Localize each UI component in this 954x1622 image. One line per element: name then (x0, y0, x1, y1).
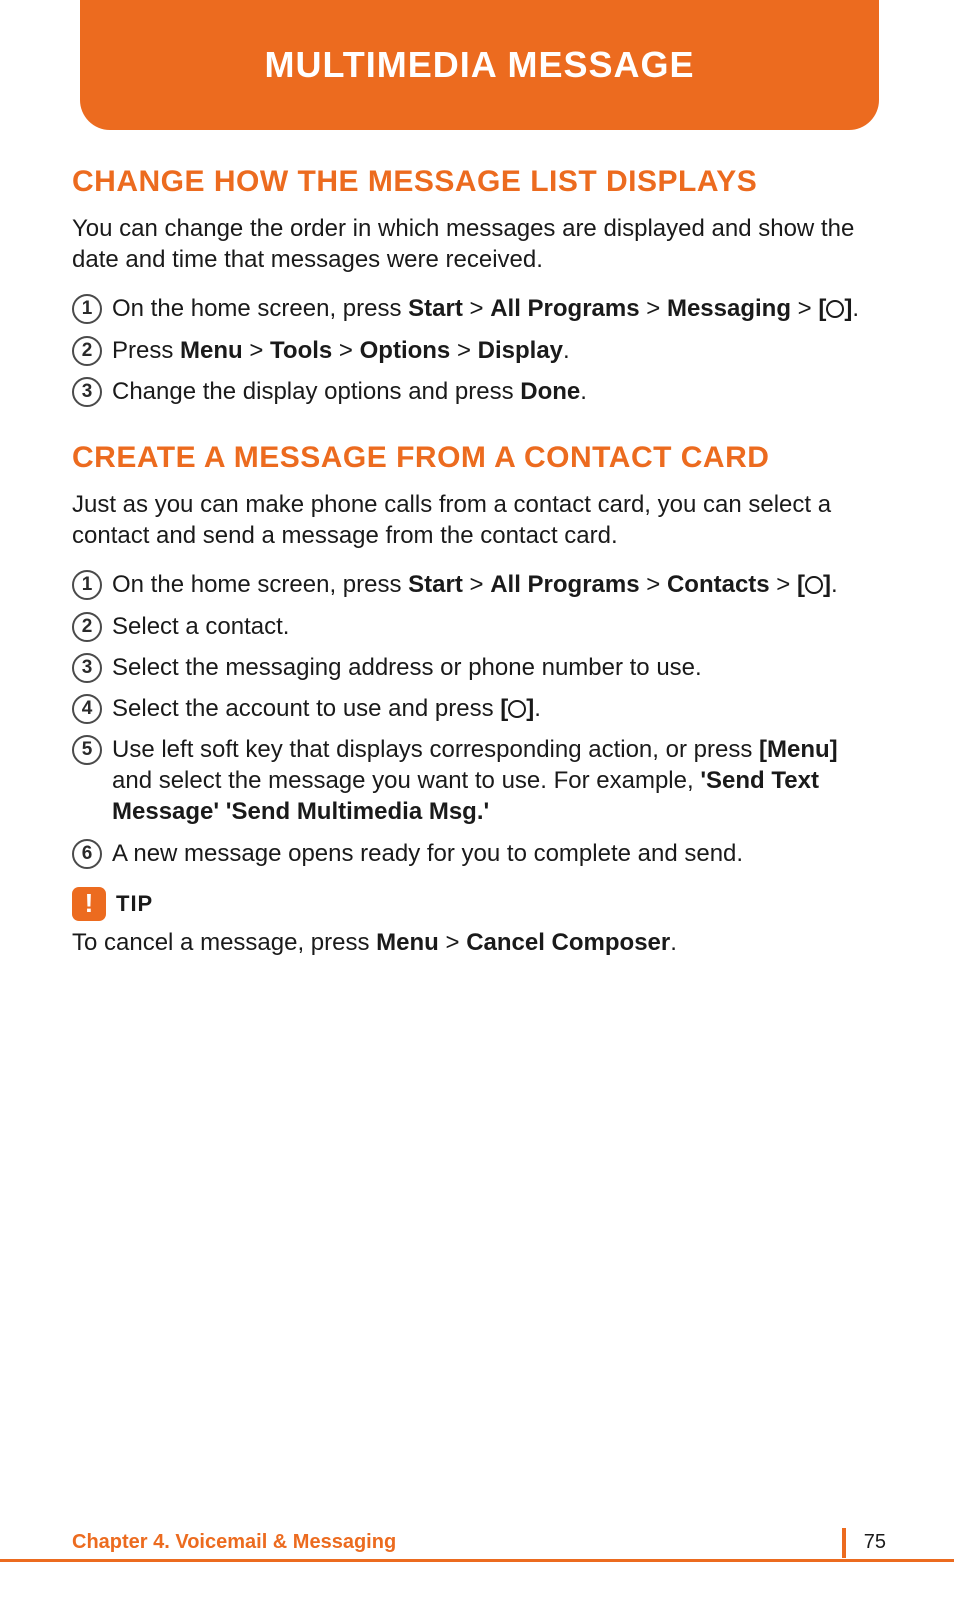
section-intro-1: You can change the order in which messag… (72, 213, 879, 275)
step-text: Change the display options and press Don… (112, 376, 879, 407)
step-item: 2 Select a contact. (72, 611, 879, 642)
step-item: 4 Select the account to use and press []… (72, 693, 879, 724)
step-number-badge: 3 (72, 653, 102, 683)
tip-icon: ! (72, 887, 106, 921)
tip-label: TIP (116, 891, 153, 917)
step-text: A new message opens ready for you to com… (112, 838, 879, 869)
step-number-badge: 4 (72, 694, 102, 724)
step-item: 1 On the home screen, press Start > All … (72, 293, 879, 324)
section-heading-2: CREATE A MESSAGE FROM A CONTACT CARD (72, 441, 879, 475)
step-number-badge: 1 (72, 570, 102, 600)
step-text: Select a contact. (112, 611, 879, 642)
ok-key-icon (508, 700, 526, 718)
page-footer: Chapter 4. Voicemail & Messaging 75 (0, 1522, 954, 1562)
tip-text: To cancel a message, press Menu > Cancel… (72, 927, 879, 958)
step-text: Use left soft key that displays correspo… (112, 734, 879, 828)
ok-key-icon (805, 576, 823, 594)
step-text: Press Menu > Tools > Options > Display. (112, 335, 879, 366)
step-text: On the home screen, press Start > All Pr… (112, 293, 879, 324)
chapter-label: Chapter 4. Voicemail & Messaging (72, 1531, 396, 1554)
section-intro-2: Just as you can make phone calls from a … (72, 489, 879, 551)
footer-rule (0, 1559, 954, 1562)
page-number: 75 (864, 1531, 886, 1554)
page-content: CHANGE HOW THE MESSAGE LIST DISPLAYS You… (72, 165, 879, 958)
step-item: 1 On the home screen, press Start > All … (72, 569, 879, 600)
step-number-badge: 6 (72, 839, 102, 869)
step-number-badge: 1 (72, 294, 102, 324)
header-tab: MULTIMEDIA MESSAGE (80, 0, 879, 130)
step-number-badge: 2 (72, 612, 102, 642)
section-heading-1: CHANGE HOW THE MESSAGE LIST DISPLAYS (72, 165, 879, 199)
tip-header: ! TIP (72, 887, 879, 921)
step-item: 6 A new message opens ready for you to c… (72, 838, 879, 869)
step-item: 3 Change the display options and press D… (72, 376, 879, 407)
step-number-badge: 3 (72, 377, 102, 407)
step-item: 5 Use left soft key that displays corres… (72, 734, 879, 828)
page-divider (842, 1528, 846, 1558)
step-text: On the home screen, press Start > All Pr… (112, 569, 879, 600)
step-item: 2 Press Menu > Tools > Options > Display… (72, 335, 879, 366)
step-text: Select the account to use and press []. (112, 693, 879, 724)
step-number-badge: 5 (72, 735, 102, 765)
step-text: Select the messaging address or phone nu… (112, 652, 879, 683)
step-item: 3 Select the messaging address or phone … (72, 652, 879, 683)
page-title: MULTIMEDIA MESSAGE (265, 44, 695, 86)
ok-key-icon (826, 300, 844, 318)
step-number-badge: 2 (72, 336, 102, 366)
